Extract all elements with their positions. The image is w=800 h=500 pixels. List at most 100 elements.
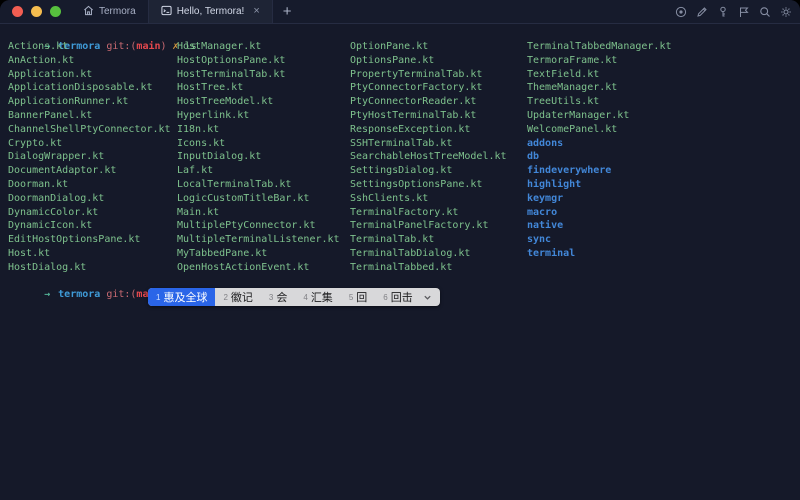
tab-hello-termora[interactable]: Hello, Termora! × xyxy=(147,0,273,23)
file-entry: I18n.kt xyxy=(177,123,220,135)
close-window-button[interactable] xyxy=(12,6,23,17)
ls-column-3: OptionPane.kt OptionsPane.kt PropertyTermi… xyxy=(350,40,507,275)
chevron-down-icon[interactable] xyxy=(421,293,438,302)
file-entry: SettingsDialog.kt xyxy=(350,165,453,177)
home-icon xyxy=(83,5,94,19)
file-entry: Laf.kt xyxy=(177,165,214,177)
toolbar xyxy=(675,0,792,23)
settings-icon[interactable] xyxy=(780,6,792,18)
file-entry: LocalTerminalTab.kt xyxy=(177,178,292,190)
file-entry: PtyConnectorReader.kt xyxy=(350,96,477,108)
file-entry: InputDialog.kt xyxy=(177,151,262,163)
file-entry: TerminalFactory.kt xyxy=(350,206,459,218)
candidate-index: 2 xyxy=(223,292,228,302)
file-entry: SshClients.kt xyxy=(350,192,429,204)
candidate-text: 回击 xyxy=(390,292,413,304)
file-entry: LogicCustomTitleBar.kt xyxy=(177,192,310,204)
file-entry: ThemeManager.kt xyxy=(527,82,618,94)
file-entry: Crypto.kt xyxy=(8,137,63,149)
ime-candidate[interactable]: 3会 xyxy=(261,288,295,306)
record-icon[interactable] xyxy=(675,6,687,18)
file-entry: HostTerminalTab.kt xyxy=(177,68,286,80)
flag-icon[interactable] xyxy=(738,6,750,18)
directory-entry: findeverywhere xyxy=(527,165,612,177)
file-entry: ResponseException.kt xyxy=(350,123,471,135)
file-entry: DoormanDialog.kt xyxy=(8,192,105,204)
terminal-screen[interactable]: → termora git:(main) ✗ ls Actions.kt AnAction… xyxy=(0,24,800,500)
new-tab-button[interactable]: + xyxy=(273,0,302,23)
tab-label: Hello, Termora! xyxy=(176,6,245,17)
git-prefix: git:( xyxy=(106,288,137,300)
tab-bar: Termora Hello, Termora! × + xyxy=(0,0,800,24)
file-entry: DialogWrapper.kt xyxy=(8,151,105,163)
terminal-icon xyxy=(161,5,172,19)
file-entry: SSHTerminalTab.kt xyxy=(350,137,453,149)
file-entry: ApplicationRunner.kt xyxy=(8,96,129,108)
search-icon[interactable] xyxy=(759,6,771,18)
ime-candidate[interactable]: 2 徽记 xyxy=(215,288,260,306)
file-entry: TerminalPanelFactory.kt xyxy=(350,220,489,232)
ls-column-2: HostManager.kt HostOptionsPane.kt HostTerm… xyxy=(177,40,340,275)
zoom-window-button[interactable] xyxy=(50,6,61,17)
directory-entry: db xyxy=(527,151,540,163)
file-entry: TreeUtils.kt xyxy=(527,96,600,108)
ime-candidate[interactable]: 5回 xyxy=(341,288,375,306)
file-entry: HostTree.kt xyxy=(177,82,244,94)
candidate-text: 会 xyxy=(276,292,288,304)
file-entry: Main.kt xyxy=(177,206,220,218)
prompt-directory: termora xyxy=(58,288,101,300)
file-entry: MyTabbedPane.kt xyxy=(177,247,268,259)
file-entry: ChannelShellPtyConnector.kt xyxy=(8,123,171,135)
edit-icon[interactable] xyxy=(696,6,708,18)
directory-entry: native xyxy=(527,220,564,232)
ime-candidate[interactable]: 6 回击 xyxy=(375,288,420,306)
tab-label: Termora xyxy=(99,6,136,17)
file-entry: SearchableHostTreeModel.kt xyxy=(350,151,507,163)
file-entry: Host.kt xyxy=(8,247,51,259)
file-entry: DynamicColor.kt xyxy=(8,206,99,218)
file-entry: PropertyTerminalTab.kt xyxy=(350,68,483,80)
ime-candidate[interactable]: 4 汇集 xyxy=(295,288,340,306)
directory-entry: addons xyxy=(527,137,564,149)
candidate-index: 3 xyxy=(268,292,274,302)
termora-window: Termora Hello, Termora! × + → termora gi… xyxy=(0,0,800,500)
file-entry: MultiplePtyConnector.kt xyxy=(177,220,316,232)
candidate-text: 汇集 xyxy=(310,292,333,304)
file-entry: UpdaterManager.kt xyxy=(527,109,630,121)
file-entry: OpenHostActionEvent.kt xyxy=(177,261,310,273)
candidate-index: 5 xyxy=(348,292,354,302)
file-entry: HostDialog.kt xyxy=(8,261,87,273)
directory-entry: terminal xyxy=(527,247,576,259)
directory-entry: highlight xyxy=(527,178,582,190)
ime-candidate[interactable]: 1 惠及全球 xyxy=(148,288,216,306)
file-entry: TerminalTabbedManager.kt xyxy=(527,41,672,52)
candidate-text: 徽记 xyxy=(230,292,253,304)
file-entry: TerminalTabDialog.kt xyxy=(350,247,471,259)
key-icon[interactable] xyxy=(717,6,729,18)
file-entry: PtyHostTerminalTab.kt xyxy=(350,109,477,121)
tab-termora-home[interactable]: Termora xyxy=(71,0,148,23)
candidate-text: 回 xyxy=(356,292,368,304)
file-entry: PtyConnectorFactory.kt xyxy=(350,82,483,94)
ls-column-4: TerminalTabbedManager.kt TermoraFrame.kt T… xyxy=(527,40,672,261)
ls-column-1: Actions.kt AnAction.kt Application.kt Appli… xyxy=(8,40,171,275)
file-entry: Actions.kt xyxy=(8,41,69,52)
file-entry: Hyperlink.kt xyxy=(177,109,250,121)
file-entry: ApplicationDisposable.kt xyxy=(8,82,153,94)
file-entry: Application.kt xyxy=(8,68,93,80)
candidate-index: 6 xyxy=(383,292,388,302)
file-entry: HostOptionsPane.kt xyxy=(177,54,286,66)
close-tab-icon[interactable]: × xyxy=(253,6,259,17)
file-entry: SettingsOptionsPane.kt xyxy=(350,178,483,190)
file-entry: TermoraFrame.kt xyxy=(527,54,618,66)
directory-entry: keymgr xyxy=(527,192,564,204)
minimize-window-button[interactable] xyxy=(31,6,42,17)
file-entry: Doorman.kt xyxy=(8,178,69,190)
candidate-index: 4 xyxy=(303,292,308,302)
file-entry: TerminalTabbed.kt xyxy=(350,261,453,273)
file-entry: OptionPane.kt xyxy=(350,41,429,52)
candidate-index: 1 xyxy=(156,292,161,302)
file-entry: AnAction.kt xyxy=(8,54,75,66)
traffic-lights xyxy=(0,0,71,23)
file-entry: HostManager.kt xyxy=(177,41,262,52)
